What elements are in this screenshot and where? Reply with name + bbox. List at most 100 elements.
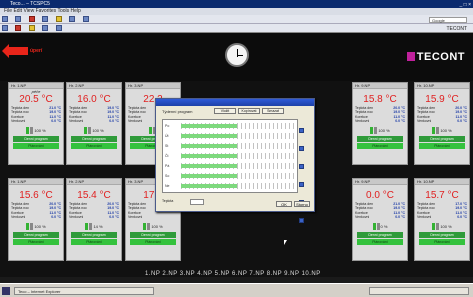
edit-icon[interactable] (299, 164, 304, 169)
schedule-button[interactable]: Plánování (130, 239, 176, 246)
valve-led-icon (432, 222, 436, 230)
day-label: Čt (165, 154, 169, 158)
valve-percent: 14 % (93, 223, 103, 229)
insert-button[interactable]: Vložit (214, 108, 236, 114)
setpoint-label: Venkovni (128, 118, 143, 123)
week-program-dialog: Týdenní program Vložit Kopírovat Smazat … (155, 98, 315, 223)
taskbar-item[interactable]: Teco – Internet Explorer (14, 287, 154, 295)
day-label: Pá (165, 164, 170, 168)
stop-icon[interactable] (28, 16, 35, 22)
day-label: Ne (165, 184, 170, 188)
alert-icon[interactable] (15, 25, 22, 31)
heating-band (181, 184, 237, 188)
schedule-row[interactable]: So (163, 171, 299, 181)
ok-button[interactable]: OK (276, 201, 292, 207)
home-icon[interactable] (69, 16, 76, 22)
temperature-input[interactable] (190, 199, 204, 205)
back-arrow-icon[interactable] (2, 44, 28, 58)
day-program-button[interactable]: Denní program (419, 232, 465, 239)
day-program-button[interactable]: Denní program (130, 232, 176, 239)
day-program-button[interactable]: Denní program (13, 136, 59, 143)
back-icon[interactable] (2, 16, 8, 22)
edit-icon[interactable] (299, 128, 304, 133)
page-icon[interactable] (42, 25, 49, 31)
day-label: St (165, 144, 169, 148)
valve-led-icon (436, 126, 440, 134)
schedule-row[interactable]: Út (163, 131, 299, 141)
schedule-row[interactable]: St (163, 141, 299, 151)
heating-band (181, 154, 237, 158)
valve-status: 100 % (415, 221, 469, 231)
schedule-button[interactable]: Plánování (357, 239, 403, 246)
delete-button[interactable]: Smazat (262, 108, 284, 114)
favorites-icon[interactable] (55, 16, 62, 22)
valve-status: 100 % (353, 125, 407, 135)
setpoint-label: Venkovni (11, 214, 26, 219)
setpoint-label: Venkovni (128, 214, 143, 219)
day-program-button[interactable]: Denní program (71, 232, 117, 239)
folder-icon[interactable] (28, 25, 35, 31)
setpoint-label: Venkovni (355, 118, 370, 123)
back-label[interactable]: úperí (30, 48, 42, 54)
menubar[interactable]: File Edit View Favorites Tools Help (0, 8, 473, 15)
valve-led-icon (374, 126, 378, 134)
setpoint-label: Venkovni (417, 118, 432, 123)
toolbar-right-label: TECONT (446, 26, 467, 32)
valve-led-icon (147, 222, 151, 230)
link-icon[interactable] (2, 25, 8, 31)
valve-status: 0 % (353, 221, 407, 231)
day-program-button[interactable]: Denní program (357, 232, 403, 239)
schedule-row[interactable]: Ne (163, 181, 299, 191)
zone-panel: Hr. 10.NP 15.9 °C Teplota den 20.0 °C Teplot… (414, 82, 470, 165)
forward-icon[interactable] (15, 16, 22, 22)
schedule-button[interactable]: Plánování (13, 143, 59, 150)
zone-panel: Hr. 9.NP 0.0 °C Teplota den 21.0 °C Teplota … (352, 178, 408, 261)
schedule-button[interactable]: Plánování (71, 239, 117, 246)
day-program-button[interactable]: Denní program (13, 232, 59, 239)
cancel-button[interactable]: Storno (294, 201, 310, 207)
zone-panel: Hr. 10.NP 15.7 °C Teplota den 17.0 °C Teplot… (414, 178, 470, 261)
schedule-grid[interactable]: Po Út St Čt Pá So Ne (162, 119, 298, 193)
setpoint-list: Teplota den 21.0 °C Teplota noc 19.0 °C Kore… (9, 106, 63, 123)
edit-icon[interactable] (299, 146, 304, 151)
valve-status: 100 % (9, 125, 63, 135)
schedule-row[interactable]: Po (163, 121, 299, 131)
edit-icon[interactable] (299, 182, 304, 187)
schedule-button[interactable]: Plánování (419, 143, 465, 150)
day-program-button[interactable]: Denní program (357, 136, 403, 143)
setpoint-list: Teplota den 19.0 °C Teplota noc 19.0 °C Kore… (67, 106, 121, 123)
edit-icon[interactable] (299, 218, 304, 223)
day-program-button[interactable]: Denní program (71, 136, 117, 143)
schedule-button[interactable]: Plánování (419, 239, 465, 246)
zone-panel: Hr. 9.NP 15.8 °C Teplota den 20.0 °C Teplota… (352, 82, 408, 165)
tools-icon[interactable] (55, 25, 62, 31)
zone-panel: Hr. 1.NP péče 20.5 °C Teplota den 21.0 °C Tep… (8, 82, 64, 165)
valve-led-icon (436, 222, 440, 230)
temperature-label: Teplota (162, 199, 174, 203)
start-icon[interactable] (2, 287, 10, 295)
search-input[interactable]: Google (429, 17, 467, 23)
print-icon[interactable] (82, 16, 89, 22)
setpoint-value: 0.0 °C (395, 118, 405, 123)
refresh-icon[interactable] (42, 16, 49, 22)
valve-led-icon (26, 126, 30, 134)
schedule-row[interactable]: Pá (163, 161, 299, 171)
valve-led-icon (89, 222, 93, 230)
valve-percent: 100 % (34, 127, 46, 133)
copy-button[interactable]: Kopírovat (238, 108, 260, 114)
zone-temperature: 15.4 °C (77, 190, 111, 201)
zone-panel: Hr. 2.NP 15.4 °C Teplota den 20.0 °C Teplota… (66, 178, 122, 261)
valve-percent: 100 % (34, 223, 46, 229)
mouse-cursor-icon (284, 240, 287, 245)
valve-status: 100 % (415, 125, 469, 135)
zone-temperature: 15.7 °C (425, 190, 459, 201)
valve-led-icon (143, 222, 147, 230)
floor-navigation[interactable]: 1.NP 2.NP 3.NP 4.NP 5.NP 6.NP 7.NP 8.NP … (145, 271, 321, 277)
schedule-button[interactable]: Plánování (13, 239, 59, 246)
schedule-row[interactable]: Čt (163, 151, 299, 161)
schedule-button[interactable]: Plánování (71, 143, 117, 150)
schedule-button[interactable]: Plánování (357, 143, 403, 150)
valve-percent: 100 % (440, 127, 452, 133)
setpoint-label: Venkovni (417, 214, 432, 219)
day-program-button[interactable]: Denní program (419, 136, 465, 143)
